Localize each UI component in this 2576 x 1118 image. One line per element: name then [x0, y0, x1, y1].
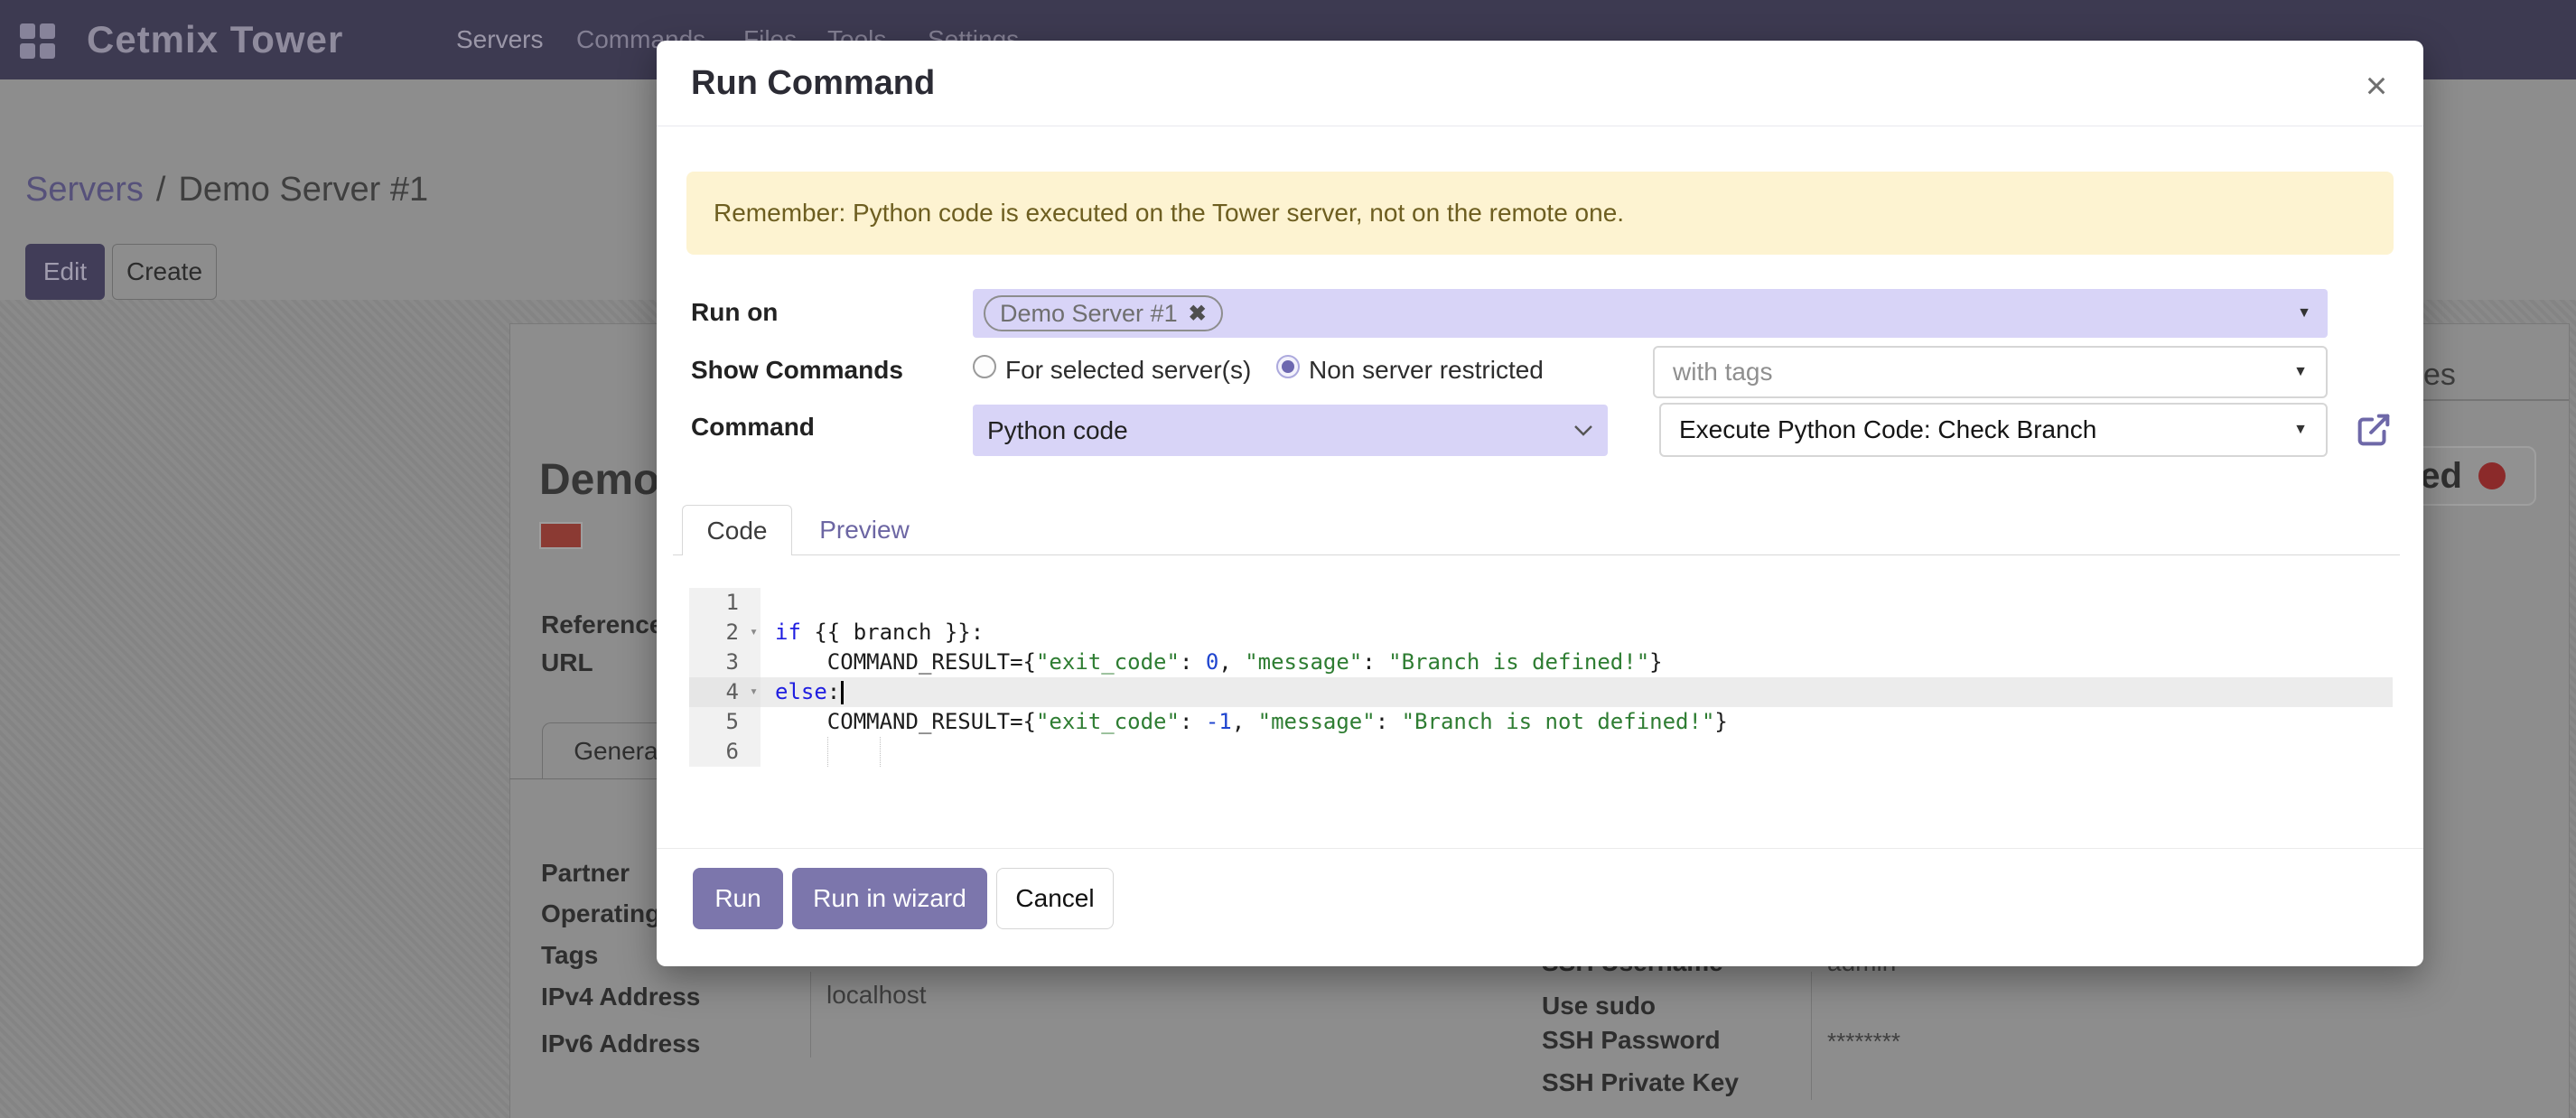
code-editor-lines: 12▾if {{ branch }}:3 COMMAND_RESULT={"ex… [689, 588, 2393, 767]
use-sudo-label: Use sudo [1542, 992, 1656, 1020]
external-link-icon[interactable] [2353, 409, 2394, 451]
reference-label: Reference [541, 610, 663, 639]
ipv4-label: IPv4 Address [541, 983, 700, 1011]
ipv4-value: localhost [826, 981, 927, 1010]
breadcrumb: Servers / Demo Server #1 [25, 168, 428, 211]
editor-line[interactable]: 1 [689, 588, 2393, 618]
radio-non-server-restricted-label[interactable]: Non server restricted [1309, 356, 1544, 385]
cancel-button[interactable]: Cancel [996, 868, 1114, 929]
with-tags-select[interactable]: with tags ▼ [1653, 346, 2328, 398]
modal-title: Run Command [691, 64, 935, 103]
brand-logo[interactable]: Cetmix Tower [87, 0, 343, 79]
ssh-password-value: ******** [1827, 1028, 1900, 1056]
server-color-swatch[interactable] [539, 522, 583, 549]
chevron-down-icon: ▼ [2297, 305, 2311, 321]
modal-footer-divider [657, 848, 2423, 849]
partner-label: Partner [541, 859, 630, 888]
text-cursor [841, 681, 844, 704]
run-command-modal: Run Command × Remember: Python code is e… [657, 41, 2423, 966]
url-label: URL [541, 648, 593, 677]
ssh-private-key-label: SSH Private Key [1542, 1068, 1739, 1097]
apps-grid-icon[interactable] [20, 23, 55, 59]
fold-arrow-icon[interactable]: ▾ [750, 617, 758, 647]
tab-bar-border [673, 554, 2400, 555]
fold-arrow-icon[interactable]: ▾ [750, 676, 758, 706]
editor-line[interactable]: 2▾if {{ branch }}: [689, 618, 2393, 648]
right-group-divider [1811, 972, 1812, 1100]
radio-for-selected-servers-label[interactable]: For selected server(s) [1005, 356, 1251, 385]
breadcrumb-servers-link[interactable]: Servers [25, 171, 144, 210]
run-in-wizard-button[interactable]: Run in wizard [792, 868, 987, 929]
chevron-down-icon: ▼ [2293, 422, 2308, 438]
ssh-password-label: SSH Password [1542, 1026, 1721, 1055]
run-button[interactable]: Run [693, 868, 783, 929]
editor-line[interactable]: 3 COMMAND_RESULT={"exit_code": 0, "messa… [689, 648, 2393, 677]
truncated-chatter-text: es [2423, 358, 2456, 393]
show-commands-label: Show Commands [691, 356, 903, 385]
create-button[interactable]: Create [112, 244, 217, 300]
editor-line[interactable]: 4▾else: [689, 677, 2393, 707]
code-editor[interactable]: 12▾if {{ branch }}:3 COMMAND_RESULT={"ex… [689, 582, 2393, 776]
tab-code[interactable]: Code [682, 505, 792, 555]
breadcrumb-separator: / [156, 171, 166, 210]
python-warning-alert: Remember: Python code is executed on the… [686, 172, 2394, 255]
tab-preview[interactable]: Preview [792, 505, 937, 555]
status-dot-icon [2478, 462, 2506, 489]
nav-item-servers[interactable]: Servers [456, 0, 543, 79]
breadcrumb-current: Demo Server #1 [178, 171, 428, 210]
ipv6-label: IPv6 Address [541, 1029, 700, 1058]
close-icon[interactable]: × [2351, 61, 2402, 111]
command-label: Command [691, 413, 815, 442]
radio-for-selected-servers[interactable] [973, 355, 996, 378]
chevron-down-icon [1573, 424, 1593, 436]
radio-non-server-restricted[interactable] [1276, 355, 1300, 378]
remove-tag-icon[interactable]: ✖ [1189, 301, 1207, 327]
editor-line[interactable]: 6 [689, 737, 2393, 767]
edit-button[interactable]: Edit [25, 244, 105, 300]
chevron-down-icon: ▼ [2293, 364, 2308, 380]
editor-line[interactable]: 5 COMMAND_RESULT={"exit_code": -1, "mess… [689, 707, 2393, 737]
server-title: Demo [539, 455, 659, 505]
tags-label: Tags [541, 941, 598, 970]
server-tag-chip[interactable]: Demo Server #1 ✖ [984, 295, 1223, 331]
run-on-label: Run on [691, 298, 778, 327]
command-select[interactable]: Execute Python Code: Check Branch ▼ [1659, 403, 2328, 457]
left-group-divider [810, 972, 811, 1057]
run-on-field[interactable]: Demo Server #1 ✖ ▼ [973, 289, 2328, 338]
command-type-select[interactable]: Python code [973, 405, 1608, 456]
